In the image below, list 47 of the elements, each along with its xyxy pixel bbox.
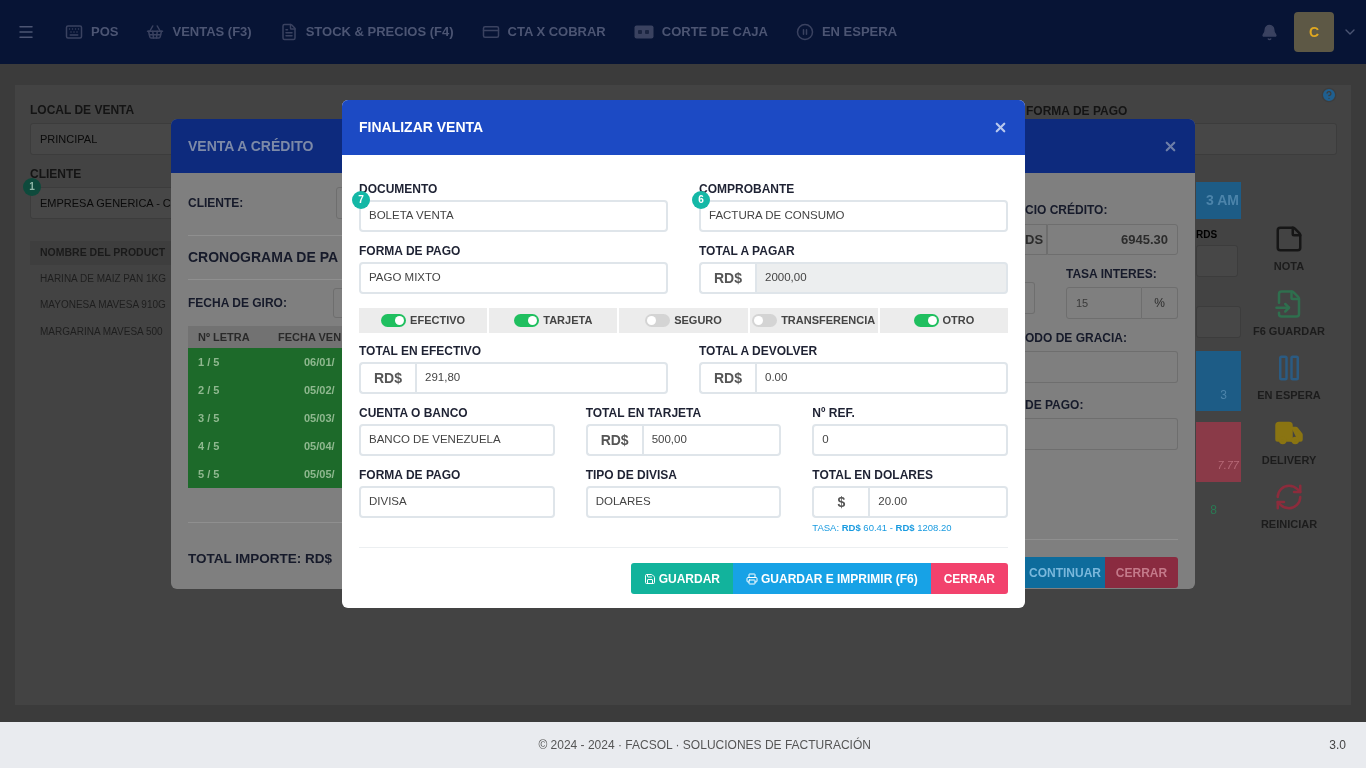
toggle-label: EFECTIVO	[410, 313, 466, 329]
currency-addon: RD$	[699, 362, 755, 394]
field-label: FECHA DE GIRO:	[188, 295, 287, 312]
total-label: TOTAL IMPORTE: RD$	[188, 550, 333, 568]
percent-addon: %	[1142, 287, 1178, 319]
field-label: TOTAL A DEVOLVER	[699, 344, 819, 358]
step-badge: 1	[23, 178, 41, 196]
field-label: TOTAL EN EFECTIVO	[359, 344, 482, 358]
column-header: Nº LETRA	[198, 329, 251, 345]
table-cell-text: 05/05/	[304, 466, 335, 482]
field-label: CIO CRÉDITO:	[1025, 201, 1109, 219]
version-label: 3.0	[1329, 737, 1346, 754]
field-label: TOTAL EN TARJETA	[585, 406, 703, 420]
dialog-title: VENTA A CRÉDITO	[188, 136, 314, 156]
field-label: TOTAL A PAGAR	[699, 244, 796, 258]
footer-copyright: © 2024 - 2024 · FACSOL · SOLUCIONES DE FACTURACIÓN	[538, 736, 871, 754]
field-label: ODO DE GRACIA:	[1025, 330, 1128, 347]
field-label: TASA INTERES:	[1066, 266, 1158, 283]
field-label: Nº REF.	[812, 406, 856, 420]
toggle-label: TRANSFERENCIA	[781, 313, 876, 329]
currency-addon: RD$	[585, 424, 642, 456]
table-cell-text: 06/01/	[304, 354, 335, 370]
field-label: DE PAGO:	[1025, 397, 1085, 414]
toggle-label: TARJETA	[543, 313, 593, 329]
table-cell-text: 1 / 5	[198, 354, 221, 370]
field-label: TOTAL EN DOLARES	[812, 468, 934, 482]
currency-addon: RD$	[699, 262, 755, 294]
field-label: FORMA DE PAGO	[359, 244, 462, 258]
table-cell-text: 2 / 5	[198, 382, 221, 398]
table-cell-text: 5 / 5	[198, 466, 221, 482]
field-label: RDS	[1196, 229, 1219, 241]
column-header: FECHA VEN	[278, 329, 342, 345]
currency-addon: $	[812, 486, 869, 518]
field-label: FORMA DE PAGO	[359, 468, 462, 482]
dialog-title: FINALIZAR VENTA	[359, 118, 484, 137]
exchange-rate-note: TASA: RD$ 60.41 - RD$ 1208.20	[812, 521, 953, 535]
field-label: TIPO DE DIVISA	[585, 468, 678, 482]
field-label: CLIENTE:	[188, 195, 244, 212]
table-cell-text: 05/02/	[304, 382, 335, 398]
currency-addon: RD$	[359, 362, 415, 394]
table-cell-text: 3 / 5	[198, 410, 221, 426]
field-label: CUENTA O BANCO	[359, 406, 469, 420]
table-cell-text: 05/03/	[304, 410, 335, 426]
table-cell-text: 4 / 5	[198, 438, 221, 454]
table-cell-text: 05/04/	[304, 438, 335, 454]
toggle-label: OTRO	[942, 313, 975, 329]
toggle-label: SEGURO	[674, 313, 722, 329]
